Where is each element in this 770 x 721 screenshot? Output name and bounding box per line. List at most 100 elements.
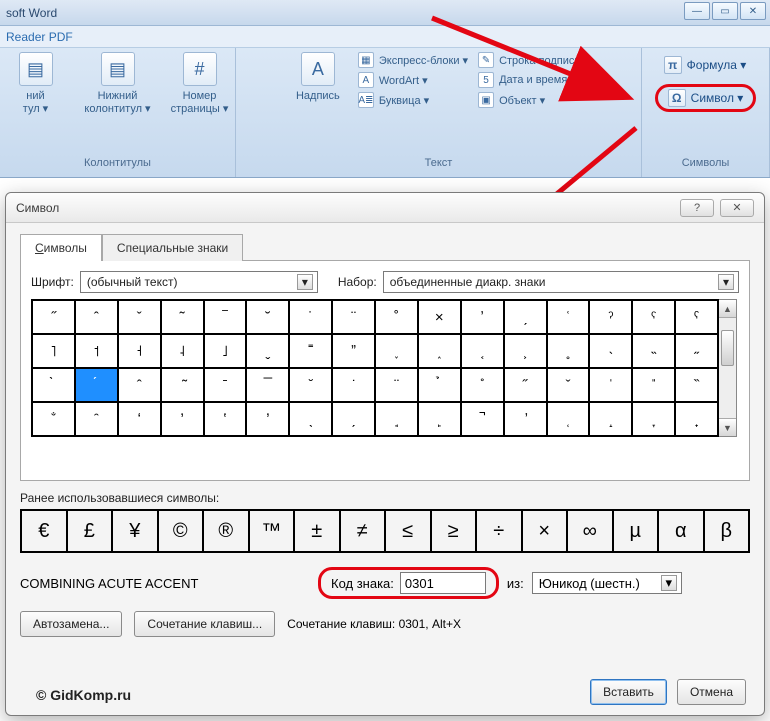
tab-symbols[interactable]: Символы: [20, 234, 102, 261]
grid-cell[interactable]: ˳: [547, 334, 590, 368]
recent-cell[interactable]: ¥: [112, 510, 158, 552]
grid-cell[interactable]: ˜: [161, 300, 204, 334]
insert-button[interactable]: Вставить: [590, 679, 667, 705]
grid-cell[interactable]: ˴: [589, 334, 632, 368]
grid-cell[interactable]: ̔: [204, 402, 247, 436]
grid-cell[interactable]: ̟: [675, 402, 718, 436]
grid-cell[interactable]: ˘: [246, 300, 289, 334]
grid-cell[interactable]: ˧: [118, 334, 161, 368]
scroll-down-icon[interactable]: ▼: [719, 418, 736, 436]
recent-cell[interactable]: ≤: [385, 510, 431, 552]
grid-cell[interactable]: ̚: [461, 402, 504, 436]
grid-cell[interactable]: ̀: [32, 368, 75, 402]
grid-cell[interactable]: ̉: [418, 368, 461, 402]
recent-cell[interactable]: α: [658, 510, 704, 552]
grid-cell[interactable]: ̊: [461, 368, 504, 402]
font-select[interactable]: (обычный текст) ▾: [80, 271, 318, 293]
grid-cell[interactable]: ̑: [75, 402, 118, 436]
ribbon-quickparts[interactable]: ▦Экспресс-блоки ▾: [358, 52, 468, 68]
ribbon-footer[interactable]: ▤ Нижний колонтитул ▾: [82, 52, 154, 115]
character-grid[interactable]: ˝ˆˇ˜‾˘˙¨˚×ʼˏʿˀˁˤ˥˦˧˨˩ˬ˭ˮ˯˰˱˲˳˴˵˶̀́̂̃̄̅̆̇…: [31, 299, 719, 437]
grid-cell[interactable]: ̞: [632, 402, 675, 436]
grid-cell[interactable]: ̌: [547, 368, 590, 402]
grid-cell[interactable]: ̐: [32, 402, 75, 436]
recent-cell[interactable]: ≠: [340, 510, 386, 552]
grid-cell[interactable]: ̆: [289, 368, 332, 402]
grid-cell[interactable]: ¨: [332, 300, 375, 334]
grid-cell[interactable]: ˀ: [589, 300, 632, 334]
maximize-button[interactable]: ▭: [712, 2, 738, 20]
grid-cell[interactable]: ˏ: [504, 300, 547, 334]
ribbon-date-time[interactable]: 5Дата и время: [478, 72, 589, 88]
grid-cell[interactable]: ̗: [332, 402, 375, 436]
cancel-button[interactable]: Отмена: [677, 679, 746, 705]
recent-grid[interactable]: €£¥©®™±≠≤≥÷×∞µαβ: [20, 509, 750, 553]
grid-cell[interactable]: ̃: [161, 368, 204, 402]
grid-scrollbar[interactable]: ▲ ▼: [719, 299, 737, 437]
ribbon-equation[interactable]: π Формула ▾: [655, 52, 757, 78]
ribbon-header-upper[interactable]: ▤ ний тул ▾: [0, 52, 72, 115]
grid-cell[interactable]: ̍: [589, 368, 632, 402]
recent-cell[interactable]: ±: [294, 510, 340, 552]
grid-cell[interactable]: ̎: [632, 368, 675, 402]
ribbon-textbox[interactable]: A Надпись: [288, 52, 348, 102]
minimize-button[interactable]: —: [684, 2, 710, 20]
grid-cell[interactable]: ̋: [504, 368, 547, 402]
autocorrect-button[interactable]: Автозамена...: [20, 611, 122, 637]
grid-cell[interactable]: ‾: [204, 300, 247, 334]
grid-cell[interactable]: ˤ: [675, 300, 718, 334]
grid-cell[interactable]: ́: [75, 368, 118, 402]
grid-cell[interactable]: ̈: [375, 368, 418, 402]
grid-cell[interactable]: ̏: [675, 368, 718, 402]
grid-cell[interactable]: ˇ: [118, 300, 161, 334]
grid-cell[interactable]: ̄: [204, 368, 247, 402]
subset-select[interactable]: объединенные диакр. знаки ▾: [383, 271, 739, 293]
recent-cell[interactable]: £: [67, 510, 113, 552]
grid-cell[interactable]: ̇: [332, 368, 375, 402]
ribbon-signature-line[interactable]: ✎Строка подписи ▾: [478, 52, 589, 68]
grid-cell[interactable]: ̘: [375, 402, 418, 436]
grid-cell[interactable]: ̜: [547, 402, 590, 436]
grid-cell[interactable]: ˬ: [246, 334, 289, 368]
grid-cell[interactable]: ˁ: [632, 300, 675, 334]
recent-cell[interactable]: µ: [613, 510, 659, 552]
grid-cell[interactable]: ˙: [289, 300, 332, 334]
grid-cell[interactable]: ˥: [32, 334, 75, 368]
grid-cell[interactable]: ˨: [161, 334, 204, 368]
grid-cell[interactable]: ʼ: [461, 300, 504, 334]
encoding-select[interactable]: Юникод (шестн.) ▾: [532, 572, 682, 594]
grid-cell[interactable]: ̙: [418, 402, 461, 436]
ribbon-dropcap[interactable]: A≣Буквица ▾: [358, 92, 468, 108]
grid-cell[interactable]: ˱: [461, 334, 504, 368]
tab-special-chars[interactable]: Специальные знаки: [102, 234, 243, 261]
grid-cell[interactable]: ̂: [118, 368, 161, 402]
grid-cell[interactable]: ˲: [504, 334, 547, 368]
grid-cell[interactable]: ˩: [204, 334, 247, 368]
grid-cell[interactable]: ×: [418, 300, 461, 334]
grid-cell[interactable]: ̝: [589, 402, 632, 436]
grid-cell[interactable]: ˵: [632, 334, 675, 368]
document-tab[interactable]: Reader PDF: [0, 26, 770, 48]
recent-cell[interactable]: ∞: [567, 510, 613, 552]
grid-cell[interactable]: ̅: [246, 368, 289, 402]
recent-cell[interactable]: ×: [522, 510, 568, 552]
grid-cell[interactable]: ˯: [375, 334, 418, 368]
ribbon-wordart[interactable]: AWordArt ▾: [358, 72, 468, 88]
dialog-close-button[interactable]: ✕: [720, 199, 754, 217]
close-button[interactable]: ✕: [740, 2, 766, 20]
char-code-input[interactable]: [400, 572, 486, 594]
grid-cell[interactable]: ̒: [118, 402, 161, 436]
grid-cell[interactable]: ˮ: [332, 334, 375, 368]
grid-cell[interactable]: ̓: [161, 402, 204, 436]
recent-cell[interactable]: β: [704, 510, 750, 552]
ribbon-symbol[interactable]: Ω Символ ▾: [655, 84, 757, 112]
recent-cell[interactable]: ≥: [431, 510, 477, 552]
grid-cell[interactable]: ̕: [246, 402, 289, 436]
grid-cell[interactable]: ̛: [504, 402, 547, 436]
scroll-up-icon[interactable]: ▲: [719, 300, 736, 318]
scroll-thumb[interactable]: [719, 318, 736, 418]
grid-cell[interactable]: ˦: [75, 334, 118, 368]
shortcut-button[interactable]: Сочетание клавиш...: [134, 611, 275, 637]
recent-cell[interactable]: €: [21, 510, 67, 552]
grid-cell[interactable]: ˭: [289, 334, 332, 368]
